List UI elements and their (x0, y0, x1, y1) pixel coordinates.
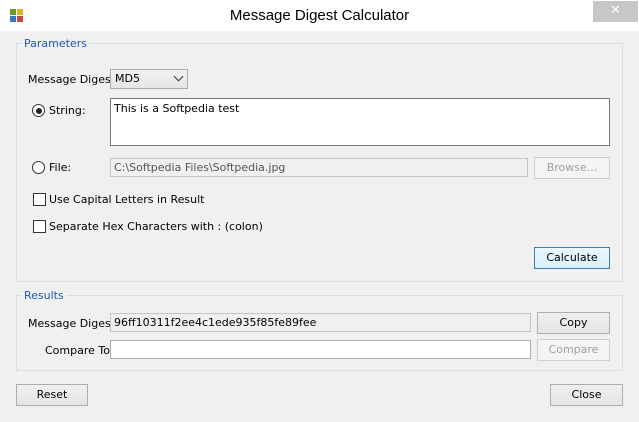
results-group-label: Results (22, 289, 66, 302)
file-radio[interactable] (32, 161, 45, 174)
result-digest-label: Message Digest: (28, 317, 119, 330)
digest-type-value: MD5 (115, 72, 140, 85)
browse-button[interactable]: Browse... (534, 157, 610, 179)
close-button[interactable]: Close (550, 384, 623, 406)
parameters-group-label: Parameters (22, 37, 89, 50)
string-radio[interactable] (32, 104, 45, 117)
result-digest-field[interactable]: 96ff10311f2ee4c1ede935f85fe89fee (110, 313, 531, 332)
separate-hex-label: Separate Hex Characters with : (colon) (49, 220, 263, 233)
results-group (16, 295, 623, 371)
compare-to-input[interactable] (110, 340, 531, 359)
capital-letters-label: Use Capital Letters in Result (49, 193, 205, 206)
file-radio-label: File: (49, 161, 72, 174)
compare-button[interactable]: Compare (537, 339, 610, 361)
digest-type-label: Message Digest: (28, 73, 119, 86)
reset-button[interactable]: Reset (16, 384, 88, 406)
separate-hex-checkbox[interactable] (33, 220, 46, 233)
calculate-button[interactable]: Calculate (534, 247, 610, 269)
string-input[interactable]: This is a Softpedia test (110, 98, 610, 146)
capital-letters-checkbox[interactable] (33, 193, 46, 206)
compare-to-label: Compare To: (45, 344, 114, 357)
digest-type-select[interactable]: MD5 (110, 69, 188, 89)
chevron-down-icon (173, 71, 184, 82)
window-title: Message Digest Calculator (229, 7, 410, 24)
window-close-button[interactable]: ✕ (593, 1, 638, 22)
copy-button[interactable]: Copy (537, 312, 610, 334)
title-bar: Message Digest Calculator ✕ (0, 0, 639, 31)
string-radio-label: String: (49, 104, 86, 117)
close-icon: ✕ (610, 3, 621, 18)
file-path-field[interactable]: C:\Softpedia Files\Softpedia.jpg (110, 158, 528, 177)
